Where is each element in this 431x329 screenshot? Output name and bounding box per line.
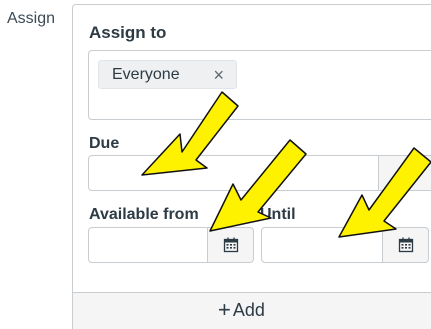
- assign-to-heading: Assign to: [89, 23, 167, 42]
- due-label: Due: [89, 135, 120, 152]
- available-from-label: Available from: [89, 206, 199, 223]
- add-button-label: Add: [232, 299, 265, 320]
- assignment-editor: Assign Assign to Everyone × Due Availabl…: [0, 0, 431, 329]
- until-calendar-button[interactable]: [383, 227, 429, 263]
- card-footer: + Add: [73, 292, 431, 329]
- calendar-icon: [398, 237, 413, 253]
- assignee-token: Everyone ×: [98, 60, 237, 89]
- assign-to-input[interactable]: Everyone ×: [88, 50, 431, 120]
- due-calendar-button[interactable]: [379, 155, 431, 191]
- calendar-icon: [223, 237, 238, 253]
- assign-card: Assign to Everyone × Due Available from: [72, 4, 431, 329]
- assign-section-label: Assign: [7, 10, 56, 27]
- add-button[interactable]: + Add: [218, 299, 265, 321]
- due-date-input[interactable]: [88, 155, 379, 191]
- until-input[interactable]: [261, 227, 383, 263]
- available-from-input[interactable]: [88, 227, 208, 263]
- assignee-token-label: Everyone: [112, 65, 180, 83]
- plus-icon: +: [218, 297, 231, 322]
- close-icon[interactable]: ×: [213, 66, 224, 84]
- until-label: Until: [260, 206, 296, 223]
- available-from-calendar-button[interactable]: [208, 227, 254, 263]
